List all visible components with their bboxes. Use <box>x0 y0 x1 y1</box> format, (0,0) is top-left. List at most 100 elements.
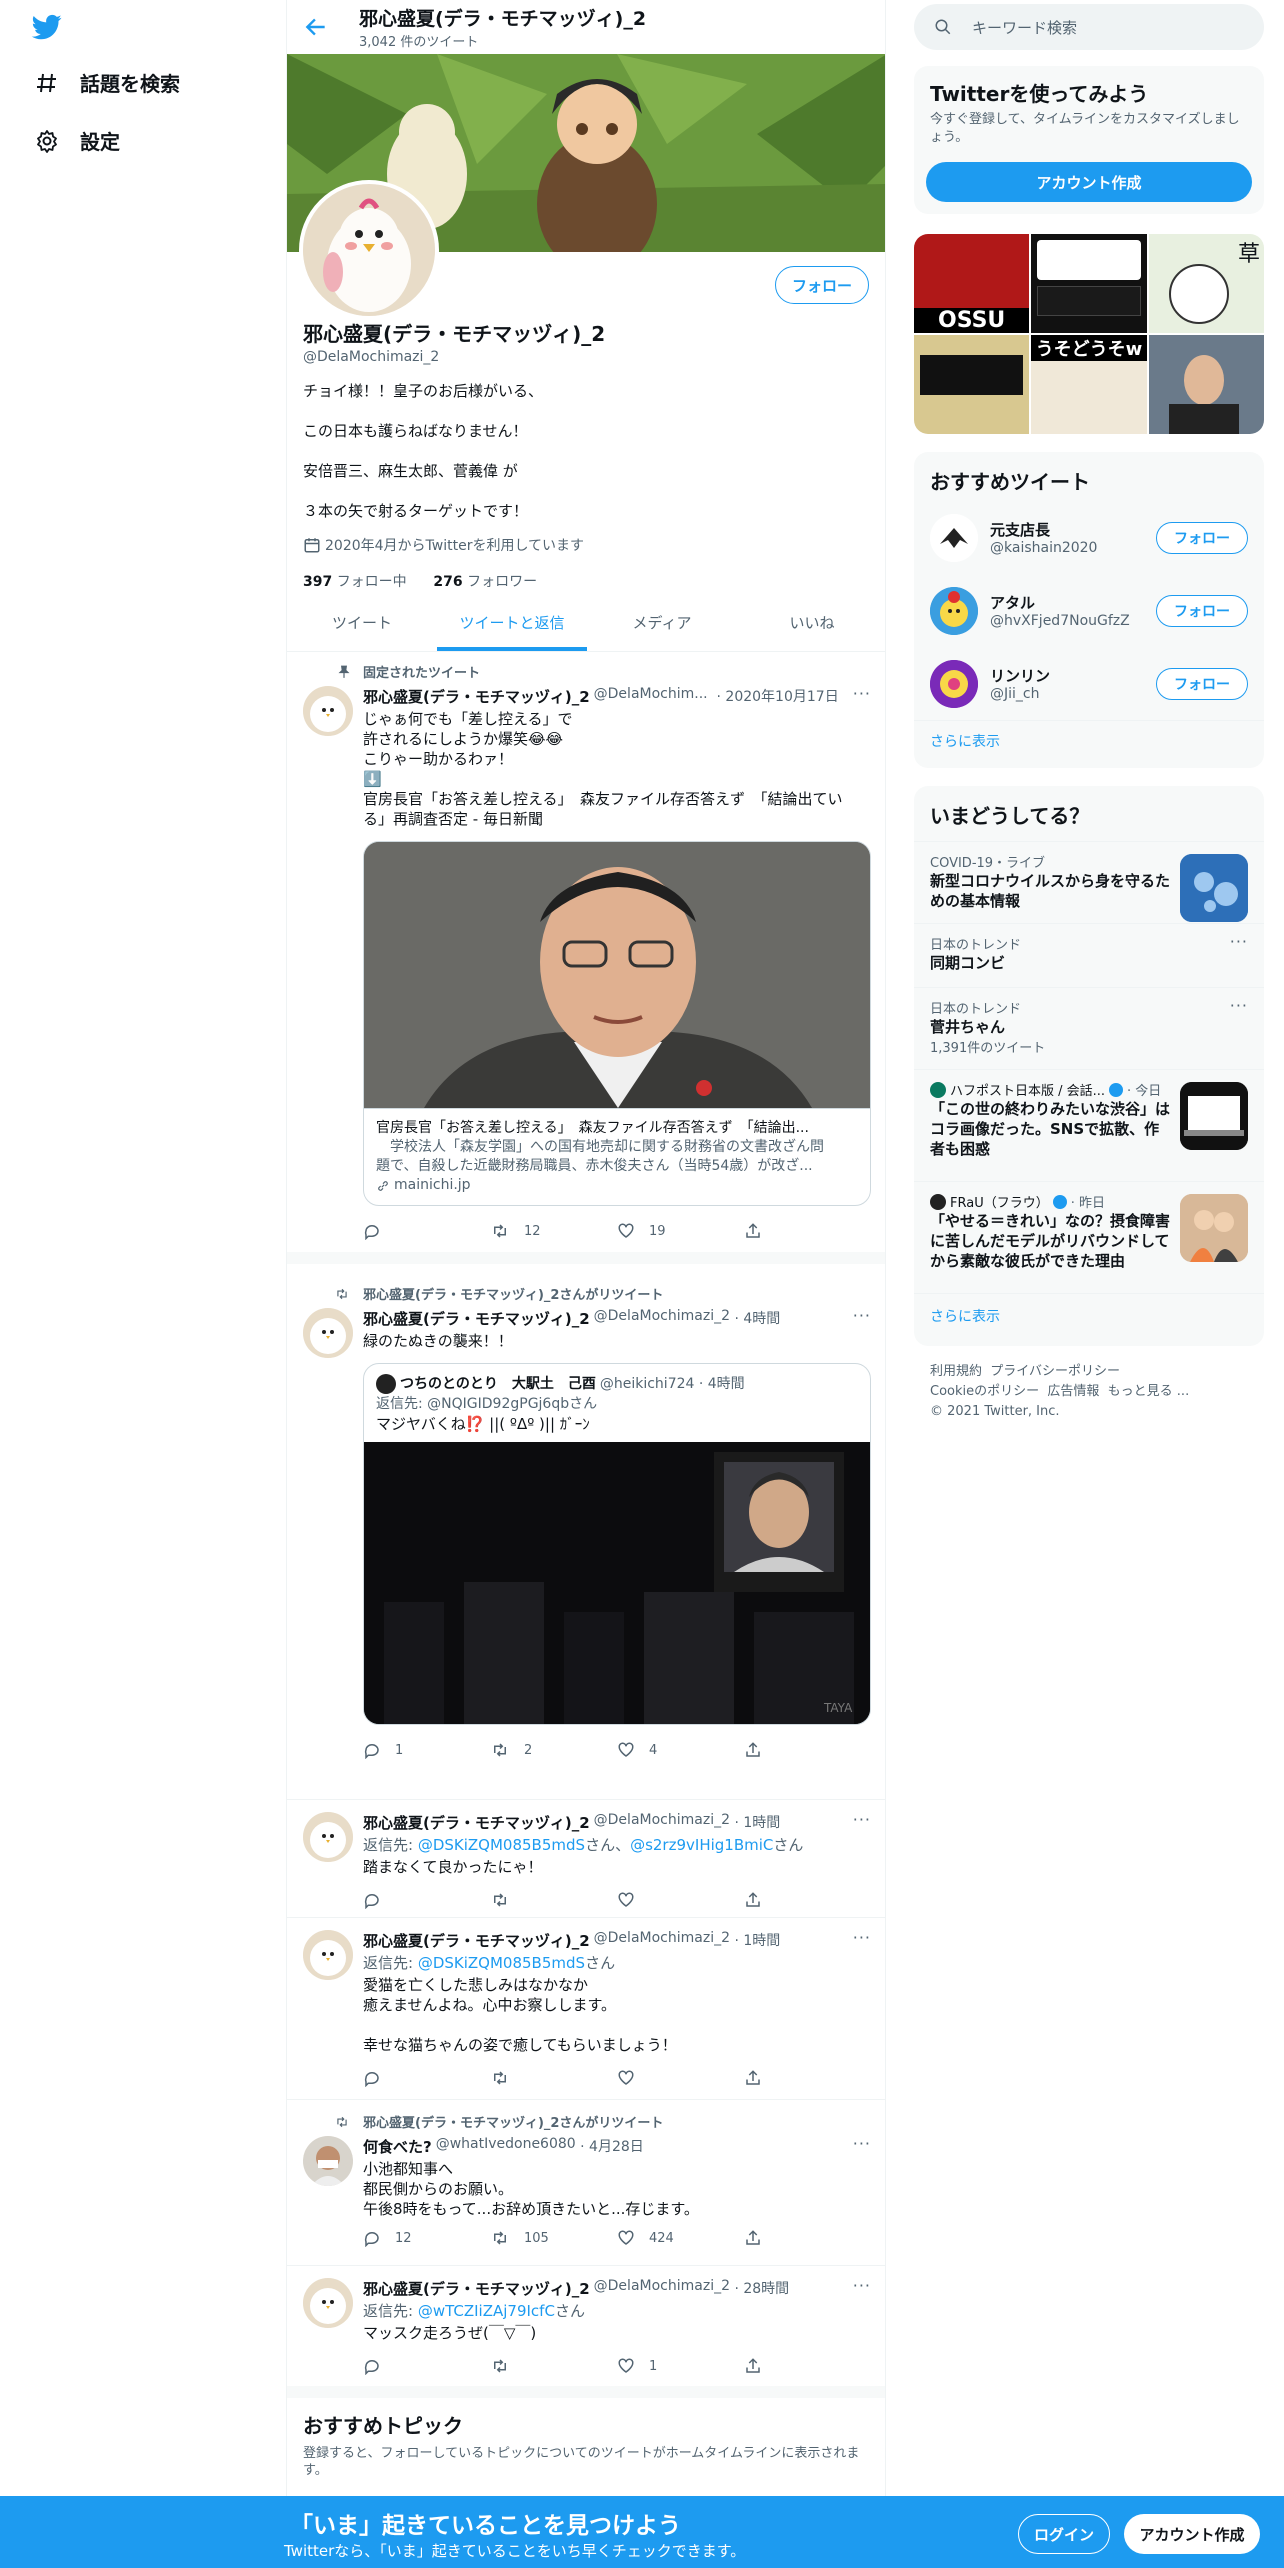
tweet-avatar[interactable] <box>303 1308 353 1358</box>
following-link[interactable]: 397 フォロー中 <box>303 574 407 590</box>
share-button[interactable] <box>744 1891 871 1909</box>
tweet-time[interactable]: · 1時間 <box>734 1812 780 1833</box>
tweet-author[interactable]: 邪心盛夏(デラ・モチマッヅィ)_2 <box>363 1930 590 1951</box>
retweet-button[interactable]: 12 <box>490 1222 617 1240</box>
reply-mention[interactable]: @s2rz9vIHig1BmiC <box>630 1836 773 1854</box>
tab-likes[interactable]: いいね <box>737 594 885 651</box>
reply-button[interactable] <box>363 2357 490 2375</box>
retweet-button[interactable] <box>490 2357 617 2375</box>
link-card[interactable]: 官房長官「お答え差し控える」 森友ファイル存否答えず 「結論出... 学校法人「… <box>363 841 871 1206</box>
retweet-button[interactable] <box>490 1891 617 1909</box>
share-button[interactable] <box>744 1741 871 1759</box>
rec-follow-button[interactable]: フォロー <box>1156 667 1248 700</box>
tweet-avatar[interactable] <box>303 1812 353 1862</box>
like-button[interactable]: 424 <box>617 2229 744 2247</box>
signup-button[interactable]: アカウント作成 <box>926 162 1252 202</box>
tab-tweets-replies[interactable]: ツイートと返信 <box>437 594 587 651</box>
share-button[interactable] <box>744 2069 871 2087</box>
tweet-time[interactable]: · 4時間 <box>734 1308 780 1329</box>
reply-button[interactable]: 1 <box>363 1741 490 1759</box>
tweet-avatar[interactable] <box>303 686 353 736</box>
back-arrow-icon[interactable] <box>303 14 329 40</box>
rec-user[interactable]: リンリン @Jii_ch フォロー <box>914 647 1264 720</box>
retweet-button[interactable]: 2 <box>490 1741 617 1759</box>
tweet-handle[interactable]: @DelaMochimazi_2 <box>594 1812 730 1833</box>
tweet-avatar[interactable] <box>303 2136 353 2186</box>
footer-link[interactable]: Cookieのポリシー <box>930 1384 1039 1399</box>
tweet-handle[interactable]: @DelaMochimazi_2 <box>594 1930 730 1951</box>
like-button[interactable]: 19 <box>617 1222 744 1240</box>
share-button[interactable] <box>744 2229 871 2247</box>
retweet-button[interactable] <box>490 2069 617 2087</box>
rec-show-more[interactable]: さらに表示 <box>914 720 1264 761</box>
tweet[interactable]: 邪心盛夏(デラ・モチマッヅィ)_2さんがリツイート ··· 何食べた? @wha… <box>287 2100 885 2266</box>
followers-link[interactable]: 276 フォロワー <box>433 574 537 590</box>
more-icon[interactable]: ··· <box>1230 932 1248 951</box>
retweet-button[interactable]: 105 <box>490 2229 617 2247</box>
footer-link[interactable]: 広告情報 <box>1047 1384 1099 1399</box>
tweet[interactable]: 固定されたツイート ··· 邪心盛夏(デラ・モチマッヅィ)_2 @DelaMoc… <box>287 652 885 1264</box>
tweet-author[interactable]: 邪心盛夏(デラ・モチマッヅィ)_2 <box>363 1812 590 1833</box>
tweet-handle[interactable]: @DelaMochimazi_2 <box>594 2278 730 2299</box>
footer-link[interactable]: もっと見る ... <box>1108 1384 1190 1399</box>
share-button[interactable] <box>744 1222 871 1240</box>
nav-explore[interactable]: 話題を検索 <box>34 68 180 97</box>
like-button[interactable]: 4 <box>617 1741 744 1759</box>
like-button[interactable]: 1 <box>617 2357 744 2375</box>
tweet-author[interactable]: 邪心盛夏(デラ・モチマッヅィ)_2 <box>363 2278 590 2299</box>
rec-follow-button[interactable]: フォロー <box>1156 594 1248 627</box>
nav-settings[interactable]: 設定 <box>34 126 120 155</box>
tab-tweets[interactable]: ツイート <box>287 594 437 651</box>
trend-item[interactable]: COVID-19・ライブ 新型コロナウイルスから身を守るための基本情報 <box>914 841 1264 923</box>
tweet-time[interactable]: · 1時間 <box>734 1930 780 1951</box>
reply-button[interactable] <box>363 1222 490 1240</box>
tweet-handle[interactable]: @DelaMochim... <box>594 686 708 707</box>
search-input[interactable]: キーワード検索 <box>914 4 1264 50</box>
footer-link[interactable]: 利用規約 <box>930 1364 982 1379</box>
reply-mention[interactable]: @DSKiZQM085B5mdS <box>418 1836 585 1854</box>
tweet[interactable]: ··· 邪心盛夏(デラ・モチマッヅィ)_2 @DelaMochimazi_2 ·… <box>287 1918 885 2100</box>
more-icon[interactable]: ··· <box>1230 996 1248 1015</box>
profile-avatar[interactable] <box>299 180 439 320</box>
trends-show-more[interactable]: さらに表示 <box>914 1293 1264 1338</box>
twitter-logo-icon[interactable] <box>30 12 64 42</box>
tweet-time[interactable]: · 2020年10月17日 <box>717 686 839 707</box>
rec-user[interactable]: アタル @hvXFjed7NouGfzZ フォロー <box>914 574 1264 647</box>
reply-button[interactable] <box>363 1891 490 1909</box>
like-button[interactable] <box>617 1891 744 1909</box>
tweet-avatar[interactable] <box>303 1930 353 1980</box>
rec-follow-button[interactable]: フォロー <box>1156 521 1248 554</box>
media-thumb[interactable]: OSSU <box>914 234 1030 333</box>
tweet-handle[interactable]: @DelaMochimazi_2 <box>594 1308 730 1329</box>
trend-item[interactable]: FRaU（フラウ） · 昨日 「やせる＝きれい」なの？摂食障害に苦しんだモデルがリ… <box>914 1181 1264 1293</box>
reply-mention[interactable]: @DSKiZQM085B5mdS <box>418 1954 585 1972</box>
footer-link[interactable]: プライバシーポリシー <box>990 1364 1120 1379</box>
media-thumb[interactable] <box>1031 234 1147 333</box>
tweet-author[interactable]: 邪心盛夏(デラ・モチマッヅィ)_2 <box>363 1308 590 1329</box>
quote-tweet[interactable]: つちのとのとり 大駅土 己酉 @heikichi724 · 4時間 返信先: @… <box>363 1363 871 1725</box>
trend-item[interactable]: 日本のトレンド 同期コンビ ··· <box>914 923 1264 987</box>
tweet[interactable]: 邪心盛夏(デラ・モチマッヅィ)_2さんがリツイート ··· 邪心盛夏(デラ・モチ… <box>287 1264 885 1800</box>
tweet-author[interactable]: 何食べた? <box>363 2136 432 2157</box>
tweet-handle[interactable]: @whatIvedone6080 <box>436 2136 576 2157</box>
tweet-avatar[interactable] <box>303 2278 353 2328</box>
reply-mention[interactable]: @wTCZIiZAj79IcfC <box>418 2302 555 2320</box>
tweet-time[interactable]: · 28時間 <box>734 2278 789 2299</box>
like-button[interactable] <box>617 2069 744 2087</box>
follow-button[interactable]: フォロー <box>774 266 869 304</box>
trend-item[interactable]: 日本のトレンド 菅井ちゃん 1,391件のツイート ··· <box>914 987 1264 1069</box>
trend-item[interactable]: ハフポスト日本版 / 会話... · 今日 「この世の終わりみたいな渋谷」はコラ画… <box>914 1069 1264 1181</box>
tweet-author[interactable]: 邪心盛夏(デラ・モチマッヅィ)_2 <box>363 686 590 707</box>
login-button[interactable]: ログイン <box>1018 2514 1110 2554</box>
tweet[interactable]: ··· 邪心盛夏(デラ・モチマッヅィ)_2 @DelaMochimazi_2 ·… <box>287 1800 885 1918</box>
tab-media[interactable]: メディア <box>587 594 737 651</box>
reply-button[interactable]: 12 <box>363 2229 490 2247</box>
tweet[interactable]: ··· 邪心盛夏(デラ・モチマッヅィ)_2 @DelaMochimazi_2 ·… <box>287 2266 885 2398</box>
media-thumb[interactable] <box>914 335 1030 434</box>
reply-button[interactable] <box>363 2069 490 2087</box>
bottom-signup-button[interactable]: アカウント作成 <box>1124 2514 1260 2554</box>
tweet-time[interactable]: · 4月28日 <box>580 2136 644 2157</box>
media-thumb[interactable] <box>1148 335 1264 434</box>
share-button[interactable] <box>744 2357 871 2375</box>
media-thumb[interactable]: うそどうそw <box>1031 335 1147 434</box>
